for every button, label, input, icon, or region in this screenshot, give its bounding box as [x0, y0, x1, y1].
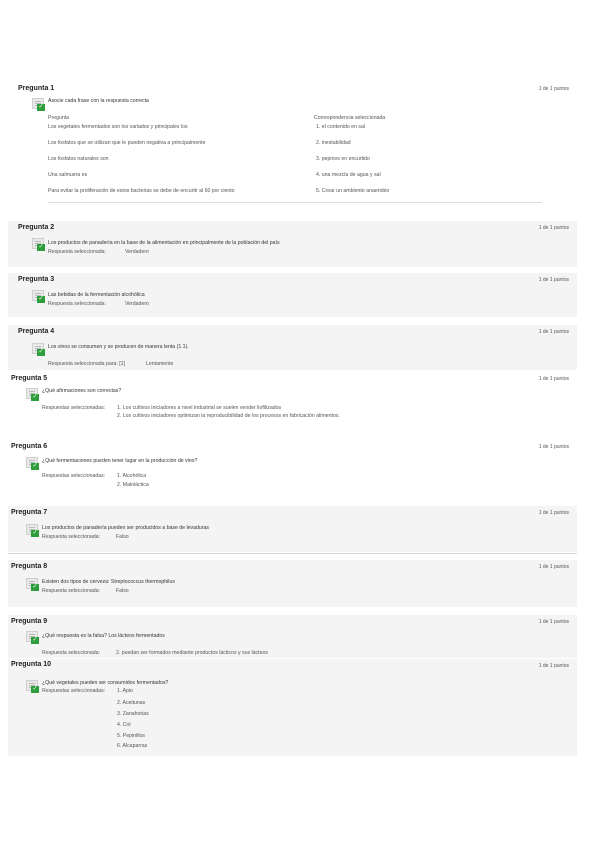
selected-answer: Lentamente [146, 361, 174, 367]
question-score: 1 de 1 puntos [538, 277, 569, 283]
selected-answer: 3. Zanahorias [117, 711, 149, 717]
selected-answer: Verdadero [125, 249, 149, 255]
match-question: Los vegetales fermentados son los variad… [48, 124, 188, 130]
question-10: Pregunta 10 1 de 1 puntos ✓ ¿Qué vegetal… [8, 659, 577, 756]
answer-label: Respuesta seleccionada: [48, 249, 106, 255]
question-title: Pregunta 2 [18, 224, 55, 231]
correct-answer-icon: ✓ [26, 578, 39, 591]
question-9: Pregunta 9 1 de 1 puntos ✓ ¿Qué respuest… [8, 615, 577, 658]
match-question: Para evitar la proliferación de estos ba… [48, 188, 235, 194]
correct-answer-icon: ✓ [32, 98, 45, 111]
selected-answer: 2. Los cultivos iniciadores optimizan la… [117, 413, 340, 419]
selected-answer: 5. Pepinillos [117, 733, 145, 739]
question-1: Pregunta 1 1 de 1 puntos ✓ Asocie cada f… [8, 82, 577, 214]
answer-label: Respuesta seleccionada para: [1] [48, 361, 125, 367]
question-8: Pregunta 8 1 de 1 puntos ✓ Existen dos t… [8, 560, 577, 607]
question-title: Pregunta 7 [11, 509, 48, 516]
question-score: 1 de 1 puntos [538, 663, 569, 669]
question-6: Pregunta 6 1 de 1 puntos ✓ ¿Qué fermenta… [8, 440, 577, 500]
question-prompt: Los productos de panadería pueden ser pr… [42, 525, 209, 531]
selected-answer: 1. Apio [117, 688, 133, 694]
selected-answer: 1. Los cultivos iniciadores a nivel indu… [117, 405, 282, 411]
column-header-question: Pregunta [48, 115, 70, 121]
question-title: Pregunta 3 [18, 276, 55, 283]
match-question: Una salmuera es [48, 172, 88, 178]
question-score: 1 de 1 puntos [538, 510, 569, 516]
question-title: Pregunta 6 [11, 443, 48, 450]
match-question: Los fosfatos que se utilizan que le pued… [48, 140, 206, 146]
match-answer: 4. una mezcla de agua y sal [316, 172, 381, 178]
question-title: Pregunta 1 [18, 85, 55, 92]
selected-answer: 2. Aceitunas [117, 700, 146, 706]
correct-answer-icon: ✓ [32, 290, 45, 303]
correct-answer-icon: ✓ [26, 524, 39, 537]
question-score: 1 de 1 puntos [538, 444, 569, 450]
question-title: Pregunta 8 [11, 563, 48, 570]
selected-answer: 6. Alcaparras [117, 743, 148, 749]
question-2: Pregunta 2 1 de 1 puntos ✓ Los productos… [8, 221, 577, 267]
question-score: 1 de 1 puntos [538, 225, 569, 231]
question-score: 1 de 1 puntos [538, 329, 569, 335]
match-answer: 2. inestabilidad [316, 140, 351, 146]
question-score: 1 de 1 puntos [538, 376, 569, 382]
selected-answer: Falso [116, 588, 129, 594]
match-question: Los fosfatos naturales son [48, 156, 109, 162]
question-3: Pregunta 3 1 de 1 puntos ✓ Las bebidas d… [8, 273, 577, 317]
question-7: Pregunta 7 1 de 1 puntos ✓ Los productos… [8, 506, 577, 552]
question-score: 1 de 1 puntos [538, 86, 569, 92]
answer-label: Respuestas seleccionadas: [42, 473, 106, 479]
correct-answer-icon: ✓ [26, 457, 39, 470]
selected-answer: Falso [116, 534, 129, 540]
answer-label: Respuesta seleccionada: [42, 534, 100, 540]
answer-label: Respuestas seleccionadas: [42, 405, 106, 411]
correct-answer-icon: ✓ [26, 680, 39, 693]
question-prompt: Los vinos se consumen y se producen de m… [48, 344, 189, 350]
correct-answer-icon: ✓ [32, 343, 45, 356]
question-title: Pregunta 10 [11, 661, 52, 668]
answer-label: Respuesta seleccionada: [48, 301, 106, 307]
question-prompt: Las bebidas de la fermentación alcohólic… [48, 292, 145, 298]
answer-label: Respuesta seleccionada: [42, 588, 100, 594]
question-prompt: ¿Qué respuesta es la falsa? Los lácteos … [42, 633, 165, 639]
question-prompt: Existen dos tipos de cerveza: Streptococ… [42, 579, 175, 585]
question-title: Pregunta 9 [11, 618, 48, 625]
answer-label: Respuestas seleccionadas: [42, 688, 106, 694]
match-answer: 3. pepinos en encurtido [316, 156, 370, 162]
question-4: Pregunta 4 1 de 1 puntos ✓ Los vinos se … [8, 325, 577, 370]
divider [48, 202, 542, 203]
column-header-answer: Correspondencia seleccionada [314, 115, 386, 121]
question-5: Pregunta 5 1 de 1 puntos ✓ ¿Qué afirmaci… [8, 372, 577, 430]
divider [8, 553, 577, 554]
correct-answer-icon: ✓ [26, 388, 39, 401]
match-answer: 5. Crear un ambiente anaerobio [316, 188, 390, 194]
match-answer: 1. el contenido en sal [316, 124, 366, 130]
selected-answer: 2. Maloláctica [117, 482, 149, 488]
selected-answer: 2. puedan ser formados mediante producto… [116, 650, 268, 656]
correct-answer-icon: ✓ [26, 631, 39, 644]
selected-answer: Verdadero [125, 301, 149, 307]
question-prompt: Asocie cada frase con la respuesta corre… [48, 98, 149, 104]
question-score: 1 de 1 puntos [538, 564, 569, 570]
question-title: Pregunta 4 [18, 328, 55, 335]
question-title: Pregunta 5 [11, 375, 48, 382]
question-score: 1 de 1 puntos [538, 619, 569, 625]
correct-answer-icon: ✓ [32, 238, 45, 251]
selected-answer: 4. Col [117, 722, 131, 728]
question-prompt: ¿Qué fermentaciones pueden tener lugar e… [42, 458, 198, 464]
selected-answer: 1. Alcohólica [117, 473, 147, 479]
question-prompt: ¿Qué afirmaciones son correctas? [42, 388, 122, 394]
question-prompt: Los productos de panadería en la base de… [48, 240, 280, 246]
question-prompt: ¿Qué vegetales pueden ser consumidos fer… [42, 680, 169, 686]
answer-label: Respuesta seleccionada: [42, 650, 100, 656]
